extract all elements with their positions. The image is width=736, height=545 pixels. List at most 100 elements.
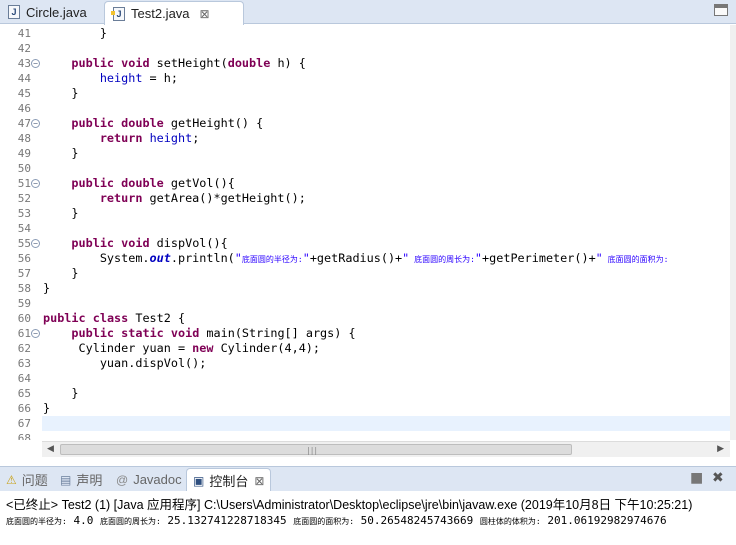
line-number: 48 [17,132,31,145]
code-line[interactable]: 68 [0,431,730,440]
code-text: } [43,401,51,415]
code-line[interactable]: 45 } [0,86,730,101]
code-line[interactable]: 52 return getArea()*getHeight(); [0,191,730,206]
code-line[interactable]: 41 } [0,26,730,41]
code-line[interactable]: 67 [0,416,730,431]
code-line[interactable]: 54 [0,221,730,236]
code-text: } [43,86,79,100]
tab-label: Circle.java [26,4,87,20]
code-line[interactable]: 58} [0,281,730,296]
console-output: 底面圆的半径为: 4.0 底面圆的周长为: 25.132741228718345… [6,514,667,527]
maximize-editor-icon[interactable] [714,4,728,16]
line-number: 67 [17,417,31,430]
code-text: return height; [99,131,200,145]
code-text: } [43,281,51,295]
line-number: 44 [17,72,31,85]
line-number: 50 [17,162,31,175]
horizontal-scrollbar[interactable]: ◀ ||| ▶ [42,441,730,457]
code-line[interactable]: 62 Cylinder yuan = new Cylinder(4,4); [0,341,730,356]
line-number: 60 [17,312,31,325]
fold-toggle-icon[interactable]: − [31,239,40,248]
scroll-left-icon[interactable]: ◀ [47,444,54,454]
close-tab-icon[interactable]: ⊠ [254,474,264,488]
code-line[interactable]: 44 height = h; [0,71,730,86]
code-text: } [43,206,79,220]
tab-problems[interactable]: ⚠ 问题 [6,467,48,492]
code-text: height = h; [99,71,178,85]
code-line[interactable]: 60 public class Test2 { [0,311,730,326]
tab-console[interactable]: ▣ 控制台 ⊠ [186,468,272,492]
line-number: 42 [17,42,31,55]
view-tab-bar: ⚠ 问题 ▤ 声明 @ Javadoc ▣ 控制台 ⊠ ■ ✖ [0,466,736,492]
code-line[interactable]: 42 [0,41,730,56]
console-panel[interactable]: <已终止> Test2 (1) [Java 应用程序] C:\Users\Adm… [0,491,736,545]
line-number: 47 [17,117,31,130]
fold-toggle-icon[interactable]: − [31,329,40,338]
line-number: 52 [17,192,31,205]
code-line[interactable]: 43− public void setHeight(double h) { [0,56,730,71]
close-tab-icon[interactable]: ⊠ [200,7,210,21]
code-line[interactable]: 65 } [0,386,730,401]
code-line[interactable]: 59 [0,296,730,311]
line-number: 46 [17,102,31,115]
line-number: 54 [17,222,31,235]
code-line[interactable]: 48 return height; [0,131,730,146]
code-line[interactable]: 56 System.out.println("底面圆的半径为:"+getRadi… [0,251,730,266]
code-line[interactable]: 66} [0,401,730,416]
code-line[interactable]: 46 [0,101,730,116]
code-text: yuan.dispVol(); [43,356,207,370]
code-line[interactable]: 61− public static void main(String[] arg… [0,326,730,341]
code-line[interactable]: 53 } [0,206,730,221]
scrollbar-thumb[interactable]: ||| [60,444,572,455]
fold-toggle-icon[interactable]: − [31,179,40,188]
line-number: 66 [17,402,31,415]
line-number: 43 [17,57,31,70]
tab-declaration[interactable]: ▤ 声明 [60,467,102,492]
code-editor[interactable]: 41 } 42 43− public void setHeight(double h… [0,25,736,440]
code-line[interactable]: 57 } [0,266,730,281]
vertical-scrollbar[interactable] [730,25,736,440]
line-number: 61 [17,327,31,340]
code-text: Cylinder yuan = new Cylinder(4,4); [43,341,321,355]
code-text: public void setHeight(double h) { [71,56,306,70]
code-text: } [43,386,79,400]
declaration-icon: ▤ [60,472,72,487]
line-number: 55 [17,237,31,250]
console-status: <已终止> Test2 (1) [Java 应用程序] C:\Users\Adm… [6,498,693,512]
console-icon: ▣ [193,473,205,488]
line-number: 56 [17,252,31,265]
code-text: } [43,266,79,280]
line-number: 62 [17,342,31,355]
scroll-right-icon[interactable]: ▶ [717,444,724,454]
line-number: 53 [17,207,31,220]
scrollbar-grip-icon: ||| [307,446,319,455]
fold-toggle-icon[interactable]: − [31,119,40,128]
tab-circle-java[interactable]: J Circle.java [0,0,104,24]
code-line[interactable]: 55− public void dispVol(){ [0,236,730,251]
code-line[interactable]: 64 [0,371,730,386]
tab-label: Test2.java [131,6,190,21]
tab-javadoc[interactable]: @ Javadoc [116,467,182,492]
code-text: return getArea()*getHeight(); [99,191,306,205]
tab-label: 控制台 [209,474,249,489]
line-number: 59 [17,297,31,310]
javadoc-icon: @ [116,472,129,487]
line-number: 65 [17,387,31,400]
line-number: 58 [17,282,31,295]
code-line[interactable]: 50 [0,161,730,176]
line-number: 68 [17,432,31,440]
terminate-icon[interactable]: ■ [690,470,703,486]
code-line[interactable]: 49 } [0,146,730,161]
code-text: public class Test2 { [43,311,186,325]
code-line[interactable]: 47− public double getHeight() { [0,116,730,131]
code-line[interactable]: 63 yuan.dispVol(); [0,356,730,371]
remove-launch-icon[interactable]: ✖ [712,470,724,486]
code-text: } [43,26,107,40]
code-text: public double getVol(){ [71,176,235,190]
tab-test2-java[interactable]: J Test2.java ⊠ [104,1,244,25]
code-text: public void dispVol(){ [71,236,228,250]
fold-toggle-icon[interactable]: − [31,59,40,68]
problems-icon: ⚠ [6,472,17,487]
code-line[interactable]: 51− public double getVol(){ [0,176,730,191]
line-number: 51 [17,177,31,190]
